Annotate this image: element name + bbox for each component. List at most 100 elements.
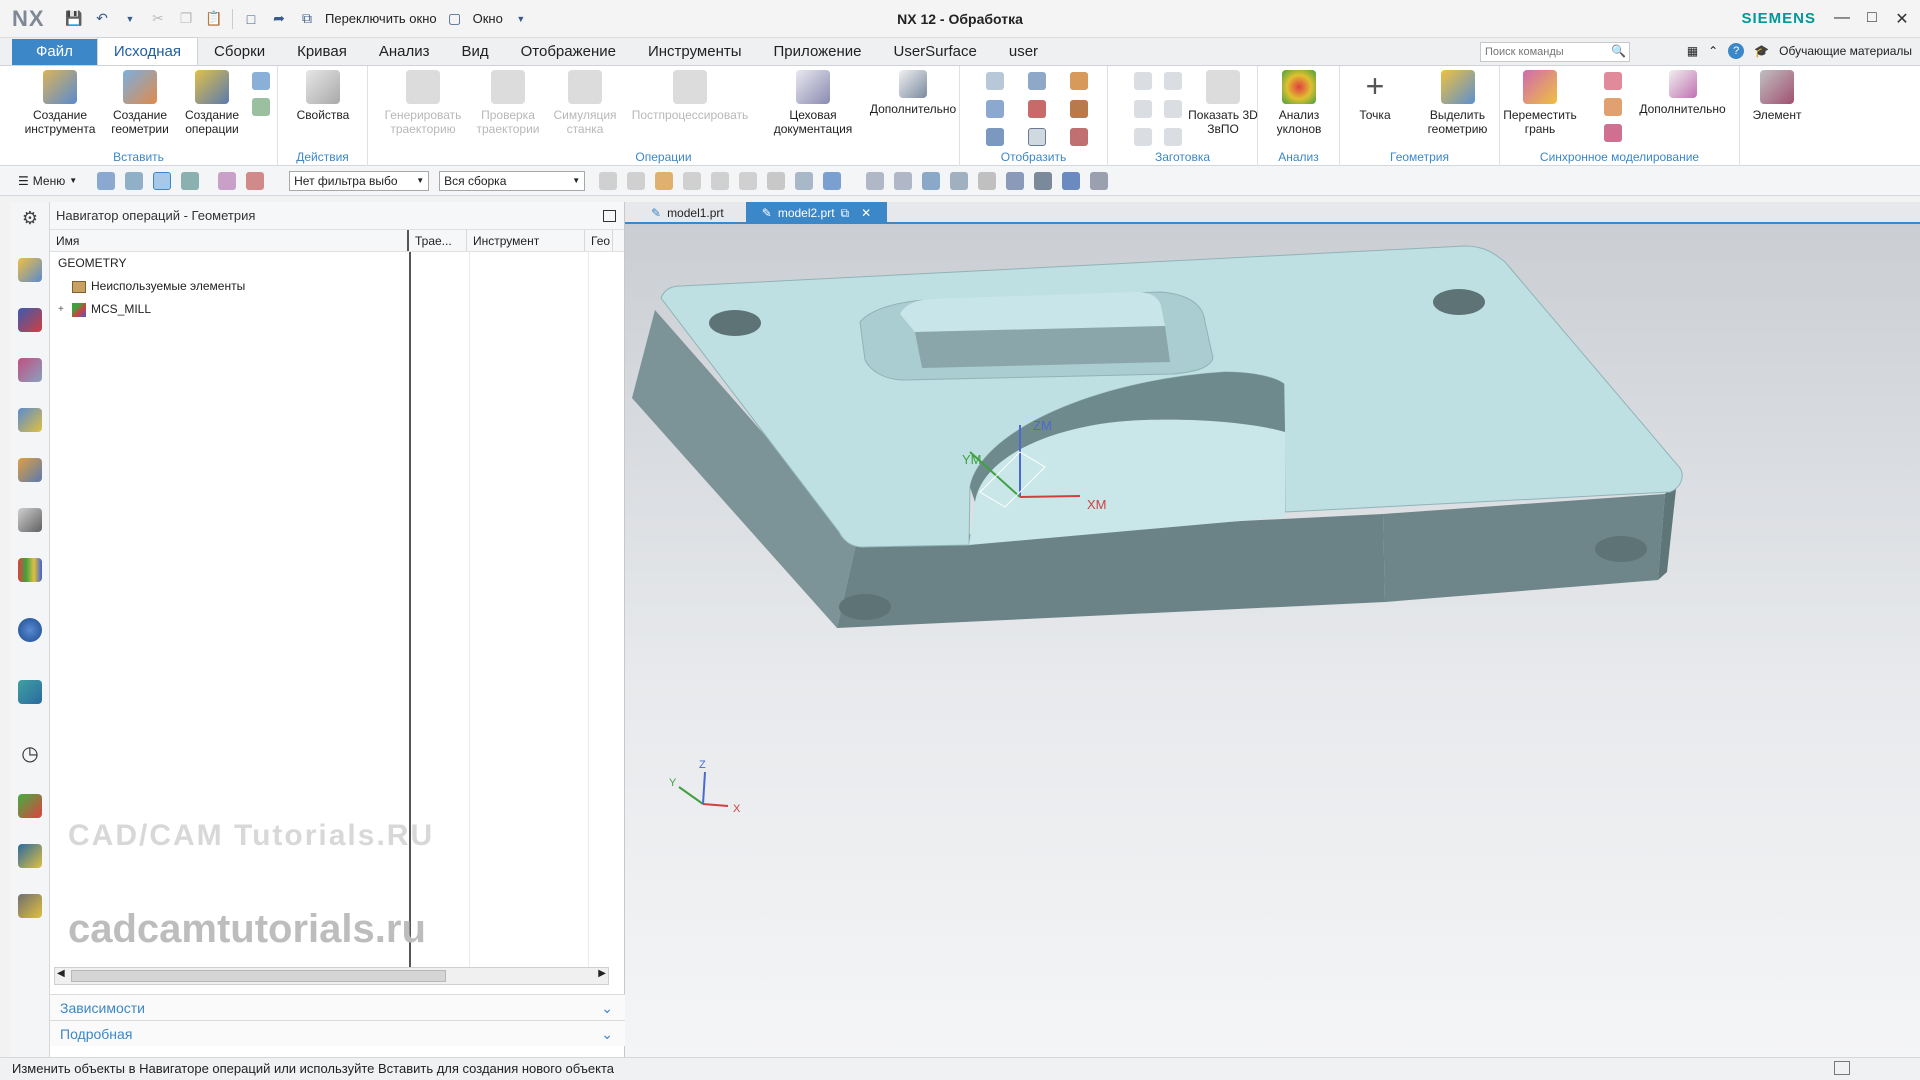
zoom-icon[interactable]: [894, 171, 913, 190]
blank-tool-2-icon[interactable]: [1164, 72, 1182, 90]
machine-navigator-icon[interactable]: [18, 458, 42, 482]
cut-icon[interactable]: ✂: [148, 9, 168, 29]
scrollbar-thumb[interactable]: [71, 970, 446, 982]
layers-icon[interactable]: [1006, 171, 1025, 190]
program-order-view-icon[interactable]: [97, 171, 116, 190]
extract-geometry-button[interactable]: Выделить геометрию: [1415, 70, 1500, 136]
blank-tool-6-icon[interactable]: [1164, 128, 1182, 146]
tree-row-unused[interactable]: Неиспользуемые элементы: [50, 275, 625, 298]
create-tool-button[interactable]: Создание инструмента: [25, 70, 95, 136]
close-tab-icon[interactable]: ✕: [861, 202, 871, 224]
render-style-icon[interactable]: [1034, 171, 1053, 190]
display-grid-icon[interactable]: [986, 128, 1004, 146]
tab-display[interactable]: Отображение: [505, 39, 632, 65]
tab-file[interactable]: Файл: [12, 39, 97, 65]
cube-icon[interactable]: [823, 171, 842, 190]
display-holder-icon[interactable]: [1070, 100, 1088, 118]
process-studio-icon[interactable]: [18, 844, 42, 868]
filter-icon[interactable]: [218, 171, 237, 190]
part-navigator-icon[interactable]: [18, 258, 42, 282]
command-search-input[interactable]: [1480, 42, 1630, 62]
web-browser-icon[interactable]: [18, 618, 42, 642]
select-icon[interactable]: [246, 171, 265, 190]
snap-1-icon[interactable]: [599, 171, 618, 190]
generate-path-button[interactable]: Генерировать траекторию: [378, 70, 468, 136]
create-method-icon[interactable]: [252, 98, 270, 116]
element-button[interactable]: Элемент: [1742, 70, 1812, 122]
blank-tool-5-icon[interactable]: [1134, 128, 1152, 146]
view-orient-icon[interactable]: [978, 171, 997, 190]
undo-icon[interactable]: ↶: [92, 9, 112, 29]
scope-select[interactable]: Вся сборка ▼: [439, 170, 586, 191]
feature-navigator-icon[interactable]: [18, 508, 42, 532]
horizontal-scrollbar[interactable]: ◀ ▶: [54, 967, 609, 985]
details-section[interactable]: Подробная ⌄: [50, 1020, 625, 1046]
display-path-icon[interactable]: [986, 72, 1004, 90]
window-menu-button[interactable]: Окно: [473, 11, 503, 26]
search-icon[interactable]: 🔍: [1611, 44, 1626, 58]
simulate-machine-button[interactable]: Симуляция станка: [550, 70, 620, 136]
display-curve-icon[interactable]: [1028, 100, 1046, 118]
properties-button[interactable]: Свойства: [288, 70, 358, 122]
scroll-left-icon[interactable]: ◀: [57, 968, 65, 979]
customize-arrow-icon[interactable]: ▼: [511, 9, 531, 29]
part-model[interactable]: ZM YM XM X Y Z: [625, 202, 1920, 1057]
tree-row-geometry[interactable]: GEOMETRY: [50, 252, 625, 275]
tree-row-mcs-mill[interactable]: + MCS_MILL: [50, 298, 625, 321]
work-layer-icon[interactable]: [1090, 171, 1109, 190]
menu-button[interactable]: ☰ Меню ▼: [18, 174, 77, 188]
display-tool-icon[interactable]: [1070, 72, 1088, 90]
dropdown-arrow-icon[interactable]: ▼: [120, 9, 140, 29]
window-layout-icon[interactable]: □: [241, 9, 261, 29]
repeat-command-icon[interactable]: ➦: [269, 9, 289, 29]
create-geometry-button[interactable]: Создание геометрии: [105, 70, 175, 136]
point-button[interactable]: + Точка: [1340, 70, 1410, 122]
verify-path-button[interactable]: Проверка траектории: [473, 70, 543, 136]
scroll-right-icon[interactable]: ▶: [598, 968, 606, 979]
display-circle-icon[interactable]: [1028, 128, 1046, 146]
column-path[interactable]: Трае...: [409, 230, 467, 251]
create-program-icon[interactable]: [252, 72, 270, 90]
snap-4-icon[interactable]: [683, 171, 702, 190]
type-filter-select[interactable]: Нет фильтра выбо ▼: [289, 170, 430, 191]
help-icon[interactable]: ?: [1728, 43, 1745, 59]
blank-tool-1-icon[interactable]: [1134, 72, 1152, 90]
reuse-library-icon[interactable]: [18, 558, 42, 582]
expand-icon[interactable]: +: [58, 298, 72, 321]
snap-5-icon[interactable]: [711, 171, 730, 190]
draft-analysis-button[interactable]: Анализ уклонов: [1264, 70, 1334, 136]
snap-6-icon[interactable]: [739, 171, 758, 190]
tab-model1[interactable]: ✎ model1.prt: [635, 202, 740, 224]
postprocess-button[interactable]: Постпроцессировать: [630, 70, 750, 122]
rotate-icon[interactable]: [922, 171, 941, 190]
system-materials-icon[interactable]: [18, 794, 42, 818]
pan-icon[interactable]: [950, 171, 969, 190]
fit-icon[interactable]: [866, 171, 885, 190]
resource-bar-toggle-icon[interactable]: ▦: [1687, 44, 1698, 58]
display-section-icon[interactable]: [986, 100, 1004, 118]
geometry-view-icon[interactable]: [153, 171, 172, 190]
method-view-icon[interactable]: [181, 171, 200, 190]
display-line-icon[interactable]: [1070, 128, 1088, 146]
graphics-viewport[interactable]: ZM YM XM X Y Z: [625, 202, 1920, 1057]
snap-3-icon[interactable]: [655, 171, 674, 190]
show-3d-ipw-button[interactable]: Показать 3D ЗвПО: [1188, 70, 1258, 136]
box-select-icon[interactable]: [767, 171, 786, 190]
paste-icon[interactable]: 📋: [204, 9, 224, 29]
maximize-panel-icon[interactable]: [603, 210, 616, 222]
shading-icon[interactable]: [795, 171, 814, 190]
operation-navigator-icon[interactable]: [18, 408, 42, 432]
tab-usersurface[interactable]: UserSurface: [878, 39, 993, 65]
float-tab-icon[interactable]: ⧉: [841, 202, 850, 224]
maximize-icon[interactable]: □: [1862, 9, 1882, 29]
more-operations-button[interactable]: Дополнительно: [868, 70, 958, 116]
sync-tool-2-icon[interactable]: [1604, 98, 1622, 116]
tab-view[interactable]: Вид: [445, 39, 504, 65]
tab-model2[interactable]: ✎ model2.prt ⧉ ✕: [745, 202, 888, 224]
learning-materials-link[interactable]: Обучающие материалы: [1779, 44, 1912, 58]
tab-assemblies[interactable]: Сборки: [198, 39, 281, 65]
clock-icon[interactable]: ◷: [18, 742, 42, 766]
shop-docs-button[interactable]: Цеховая документация: [768, 70, 858, 136]
constraint-navigator-icon[interactable]: [18, 358, 42, 382]
status-window-icon[interactable]: [1834, 1061, 1850, 1075]
